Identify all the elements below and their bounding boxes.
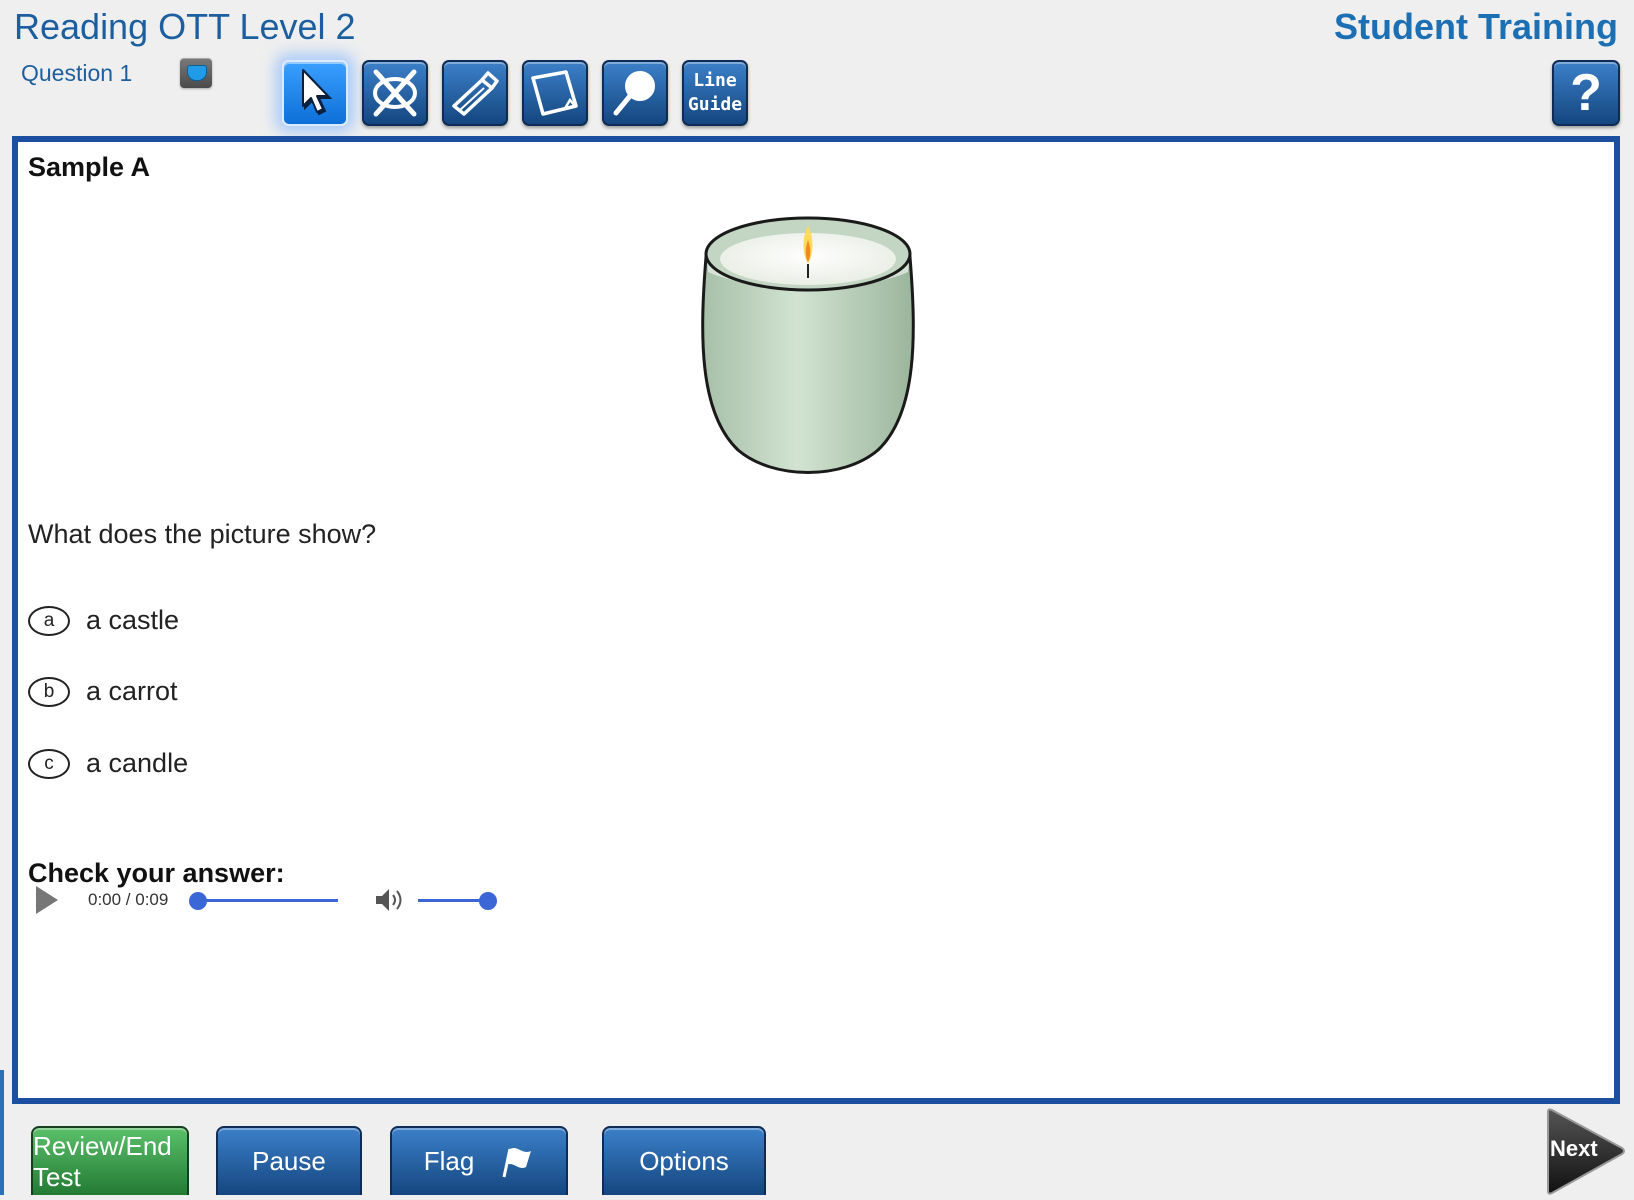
line-guide-label-line2: Guide [687, 94, 743, 115]
sticky-note-tool-button[interactable] [522, 60, 588, 126]
pointer-arrow-icon [302, 69, 333, 116]
choice-text-c: a candle [86, 748, 189, 778]
line-guide-label-line1: Line [693, 70, 737, 91]
line-guide-tool-button[interactable]: Line Guide [682, 60, 748, 126]
app-title: Reading OTT Level 2 [14, 6, 356, 47]
candle-image [701, 216, 915, 474]
pause-button[interactable]: Pause [216, 1126, 362, 1195]
sticky-note-icon [531, 70, 578, 116]
question-dropdown-button[interactable] [180, 58, 212, 88]
eliminator-icon [373, 69, 417, 117]
magnifier-tool-button[interactable] [602, 60, 668, 126]
question-panel: Sample A What does the picture show? a a… [12, 136, 1620, 1104]
audio-time-display: 0:00 / 0:09 [88, 890, 169, 909]
choice-text-b: a carrot [86, 676, 178, 706]
magnifier-icon [613, 71, 655, 116]
highlighter-icon [452, 71, 499, 116]
volume-thumb[interactable] [479, 892, 497, 910]
pointer-tool-button[interactable] [282, 60, 348, 126]
audio-player: 0:00 / 0:09 [28, 880, 498, 920]
choice-bubble-b[interactable]: b [28, 676, 70, 707]
choice-bubble-c[interactable]: c [28, 748, 70, 779]
highlighter-tool-button[interactable] [442, 60, 508, 126]
help-button[interactable]: ? [1552, 60, 1620, 126]
sample-title: Sample A [28, 152, 151, 182]
choice-bubble-a[interactable]: a [28, 605, 70, 636]
left-edge-accent [0, 1070, 4, 1195]
choice-text-a: a castle [86, 605, 180, 635]
question-number-label: Question 1 [21, 60, 133, 86]
answer-choice-c[interactable]: c a candle [28, 748, 188, 779]
flag-button-label: Flag [423, 1146, 475, 1176]
answer-choice-b[interactable]: b a carrot [28, 676, 178, 707]
answer-choice-a[interactable]: a a castle [28, 605, 179, 636]
line-guide-label: Line Guide [688, 69, 742, 117]
next-button[interactable]: Next [1544, 1108, 1626, 1195]
answer-eliminator-tool-button[interactable] [362, 60, 428, 126]
flag-icon [502, 1147, 532, 1177]
review-end-test-button[interactable]: Review/End Test [31, 1126, 189, 1195]
play-icon[interactable] [32, 884, 62, 916]
options-button[interactable]: Options [602, 1126, 766, 1195]
audio-progress-slider[interactable] [198, 899, 338, 902]
next-button-label: Next [1550, 1136, 1598, 1161]
volume-slider[interactable] [418, 899, 488, 902]
student-training-brand: Student Training [1334, 6, 1618, 47]
volume-icon[interactable] [374, 886, 408, 914]
audio-progress-thumb[interactable] [189, 892, 207, 910]
question-text: What does the picture show? [28, 519, 377, 549]
flag-button[interactable]: Flag [390, 1126, 568, 1195]
